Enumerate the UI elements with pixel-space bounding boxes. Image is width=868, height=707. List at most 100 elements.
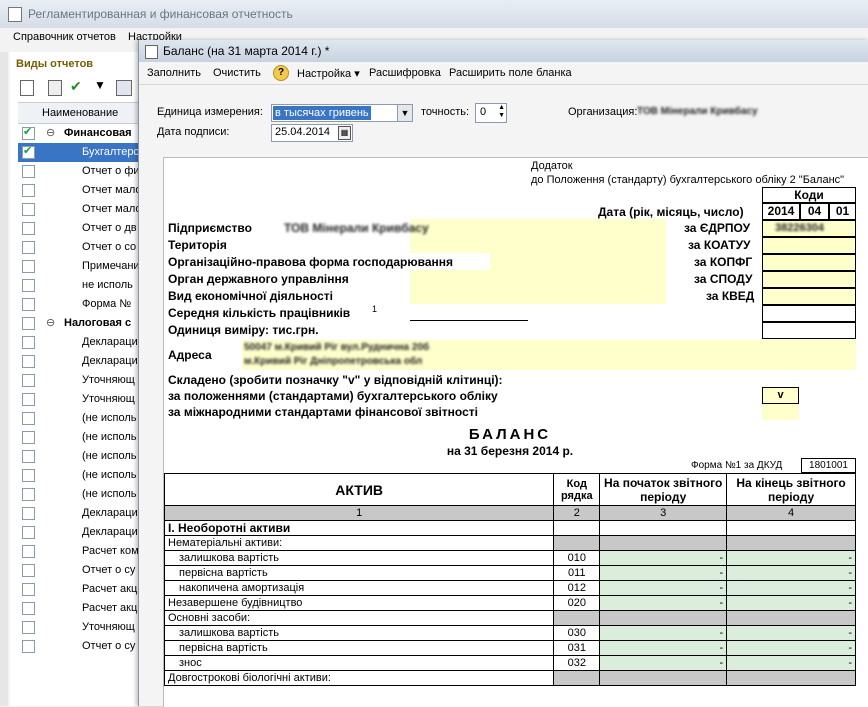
row-checkbox[interactable]	[22, 602, 35, 615]
begin-value[interactable]: -	[599, 595, 728, 611]
row-checkbox[interactable]	[22, 583, 35, 596]
list-item[interactable]: (не исполь	[18, 409, 140, 428]
end-value[interactable]: -	[726, 565, 856, 581]
unit-select[interactable]: в тысячах гривень ▼	[271, 104, 413, 122]
list-item[interactable]: (не исполь	[18, 485, 140, 504]
begin-value[interactable]: -	[599, 550, 728, 566]
end-value[interactable]: -	[726, 550, 856, 566]
collapse-icon[interactable]: ⊖	[46, 316, 55, 329]
gov-body-field[interactable]	[410, 270, 666, 287]
territory-field[interactable]	[410, 236, 666, 253]
row-checkbox[interactable]	[22, 165, 35, 178]
legal-form-field[interactable]	[490, 253, 666, 270]
end-value[interactable]: -	[726, 655, 856, 671]
koatuu-field[interactable]	[762, 237, 856, 254]
date-day[interactable]: 01	[829, 203, 856, 220]
list-item[interactable]: (не исполь	[18, 447, 140, 466]
row-checkbox[interactable]	[22, 564, 35, 577]
row-checkbox[interactable]	[22, 336, 35, 349]
list-item[interactable]: Декларация	[18, 523, 144, 542]
chevron-down-icon[interactable]: ▼	[397, 105, 412, 121]
row-checkbox[interactable]	[22, 125, 35, 140]
national-mark[interactable]: v	[762, 387, 799, 404]
expand-form-button[interactable]: Расширить поле бланка	[449, 67, 572, 79]
row-checkbox[interactable]	[22, 203, 35, 216]
list-item[interactable]: Примечани	[18, 257, 140, 276]
row-checkbox[interactable]	[22, 355, 35, 368]
row-checkbox[interactable]	[22, 298, 35, 311]
begin-value[interactable]: -	[599, 565, 728, 581]
end-value[interactable]: -	[726, 625, 856, 641]
row-checkbox[interactable]	[22, 640, 35, 653]
date-year[interactable]: 2014	[762, 203, 800, 220]
row-checkbox[interactable]	[22, 526, 35, 539]
list-item[interactable]: Уточняющ	[18, 618, 140, 637]
organization-value[interactable]: ТОВ Мінерали Кривбасу	[637, 106, 758, 117]
list-item[interactable]: Расчет акц	[18, 599, 140, 618]
new-icon[interactable]	[20, 80, 34, 96]
row-checkbox[interactable]	[22, 469, 35, 482]
list-icon[interactable]	[116, 80, 132, 96]
list-item[interactable]: Отчет о дв	[18, 219, 140, 238]
kved-field[interactable]	[762, 288, 856, 305]
row-checkbox[interactable]	[22, 279, 35, 292]
list-item[interactable]: Отчет о су	[18, 561, 140, 580]
list-item[interactable]: (не исполь	[18, 466, 140, 485]
row-checkbox[interactable]	[22, 507, 35, 520]
list-item[interactable]: (не исполь	[18, 428, 140, 447]
list-item[interactable]: не исполь	[18, 276, 140, 295]
check-icon[interactable]: ✔	[70, 78, 82, 95]
list-item[interactable]: Уточняющ	[18, 371, 140, 390]
row-checkbox[interactable]	[22, 545, 35, 558]
begin-value[interactable]: -	[599, 655, 728, 671]
list-item[interactable]: Отчет мало	[18, 200, 142, 219]
activity-field[interactable]	[410, 287, 666, 304]
menu-reports-directory[interactable]: Справочник отчетов	[13, 31, 116, 43]
begin-value[interactable]: -	[599, 640, 728, 656]
employees-field[interactable]	[410, 304, 528, 321]
enterprise-field[interactable]: ТОВ Мінерали Кривбасу	[284, 219, 666, 236]
stepper-up-icon[interactable]: ▲	[498, 104, 505, 111]
row-checkbox[interactable]	[22, 374, 35, 387]
end-value[interactable]: -	[726, 640, 856, 656]
row-checkbox[interactable]	[22, 431, 35, 444]
list-item[interactable]: Форма №	[18, 295, 140, 314]
edrpou-field[interactable]: 38226304	[762, 220, 856, 237]
end-value[interactable]: -	[726, 595, 856, 611]
clear-button[interactable]: Очистить	[213, 67, 261, 79]
list-item[interactable]: Декларация	[18, 504, 144, 523]
address-field[interactable]: 50047 м.Кривий Ріг вул.Руднична 20б м.Кр…	[242, 340, 856, 370]
row-checkbox[interactable]	[22, 393, 35, 406]
decode-button[interactable]: Расшифровка	[369, 67, 441, 79]
kopfg-field[interactable]	[762, 254, 856, 271]
copy-icon[interactable]	[48, 80, 62, 96]
date-month[interactable]: 04	[800, 203, 829, 220]
list-item[interactable]: Расчет ком	[18, 542, 140, 561]
row-checkbox[interactable]	[22, 222, 35, 235]
stepper-down-icon[interactable]: ▼	[498, 112, 505, 119]
list-group[interactable]: ⊖ Финансовая	[18, 124, 140, 143]
begin-value[interactable]: -	[599, 625, 728, 641]
row-checkbox[interactable]	[22, 144, 35, 159]
spodu-field[interactable]	[762, 271, 856, 288]
collapse-icon[interactable]: ⊖	[46, 126, 55, 139]
list-item[interactable]: Декларация	[18, 333, 144, 352]
row-checkbox[interactable]	[22, 488, 35, 501]
row-checkbox[interactable]	[22, 241, 35, 254]
international-mark[interactable]	[762, 404, 799, 420]
row-checkbox[interactable]	[22, 184, 35, 197]
end-value[interactable]: -	[726, 580, 856, 596]
dropdown-arrow-icon[interactable]: ▼	[94, 78, 106, 92]
row-checkbox[interactable]	[22, 412, 35, 425]
row-checkbox[interactable]	[22, 260, 35, 273]
begin-value[interactable]: -	[599, 580, 728, 596]
list-item[interactable]: Отчет о фи	[18, 162, 140, 181]
list-item[interactable]: Декларация	[18, 352, 144, 371]
sign-date-field[interactable]: 25.04.2014 ▦	[271, 124, 353, 142]
calendar-icon[interactable]: ▦	[338, 126, 351, 140]
row-checkbox[interactable]	[22, 317, 35, 330]
precision-stepper[interactable]: 0 ▲ ▼	[475, 103, 507, 123]
settings-button[interactable]: Настройка ▾	[297, 67, 360, 80]
list-item[interactable]: Отчет мало	[18, 181, 142, 200]
list-item[interactable]: Бухгалтерс	[18, 143, 140, 162]
